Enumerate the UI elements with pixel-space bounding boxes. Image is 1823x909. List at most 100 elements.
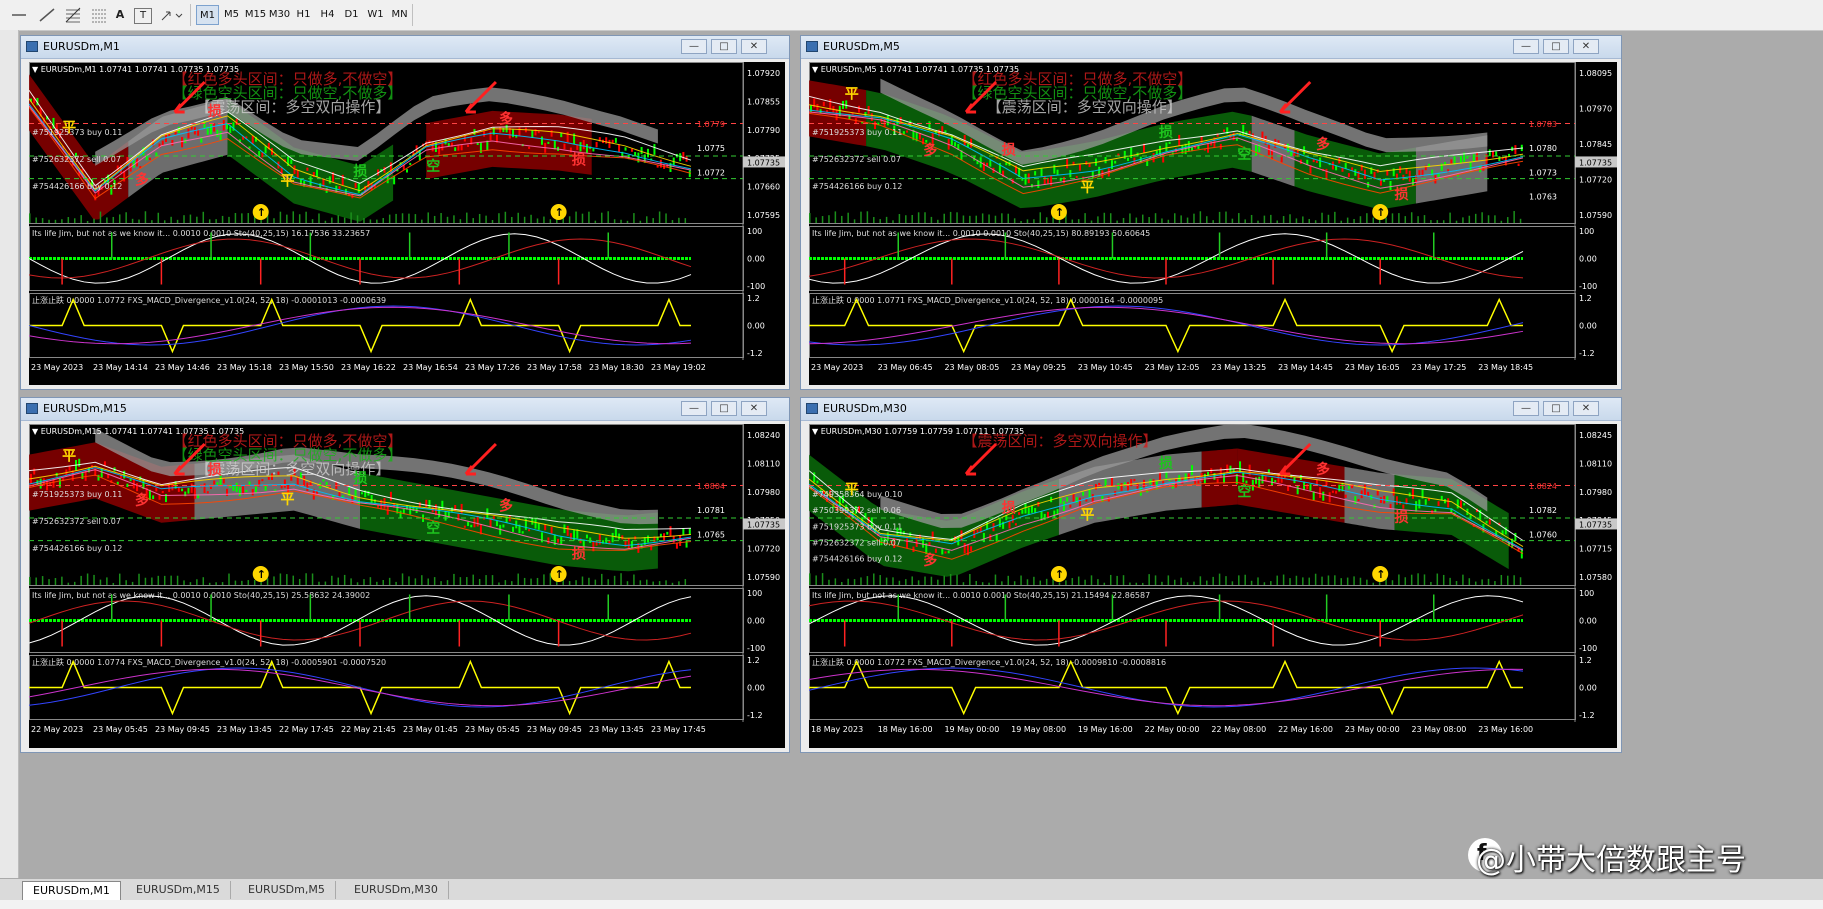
candle: [1110, 160, 1113, 169]
volume-bar: [54, 219, 57, 223]
volume-bar: [1135, 582, 1138, 585]
candle: [1165, 471, 1168, 479]
candle: [925, 139, 928, 143]
minimize-button[interactable]: —: [1513, 401, 1539, 416]
grid-icon[interactable]: [88, 5, 110, 25]
maximize-button[interactable]: □: [1543, 401, 1569, 416]
chart-window-titlebar[interactable]: EURUSDm,M15 — □ ✕: [21, 398, 789, 421]
candle: [688, 528, 691, 535]
timeframe-h1[interactable]: H1: [292, 5, 315, 25]
minimize-button[interactable]: —: [681, 401, 707, 416]
candle: [537, 130, 540, 134]
volume-bar: [898, 580, 901, 585]
volume-bar: [937, 579, 939, 585]
volume-bar: [183, 580, 185, 585]
volume-bar: [969, 574, 971, 585]
candle: [1437, 501, 1440, 507]
maximize-button[interactable]: □: [711, 39, 737, 54]
volume-bar: [1250, 580, 1253, 585]
trend-zone: [1201, 448, 1238, 508]
volume-bar: [1007, 213, 1010, 223]
close-button[interactable]: ✕: [741, 401, 767, 416]
tab-eurusdm-m15[interactable]: EURUSDm,M15: [126, 881, 231, 899]
tab-eurusdm-m1[interactable]: EURUSDm,M1: [22, 881, 121, 900]
timeframe-mn[interactable]: MN: [388, 5, 411, 25]
candle: [306, 167, 309, 171]
time-axis-label: 23 May 13:25: [1211, 363, 1266, 372]
volume-bar: [1033, 219, 1035, 223]
chart-window[interactable]: EURUSDm,M30 — □ ✕ ▼ EURUSDm,M30 1.07759 1.07…: [800, 397, 1622, 753]
volume-bar: [1013, 581, 1016, 585]
close-button[interactable]: ✕: [741, 39, 767, 54]
volume-bar: [427, 578, 429, 585]
volume-bar: [73, 581, 76, 585]
price-chart[interactable]: ▼ EURUSDm,M15 1.07741 1.07741 1.07735 1.…: [29, 424, 785, 748]
volume-bar: [286, 574, 288, 585]
volume-bar: [459, 577, 462, 585]
candle: [158, 494, 161, 500]
tab-eurusdm-m5[interactable]: EURUSDm,M5: [238, 881, 336, 899]
price-chart[interactable]: ▼ EURUSDm,M5 1.07741 1.07741 1.07735 1.0…: [809, 62, 1617, 385]
chart-canvas[interactable]: ▼ EURUSDm,M15 1.07741 1.07741 1.07735 1.…: [29, 424, 785, 748]
volume-bar: [588, 577, 590, 585]
price-chart[interactable]: ▼ EURUSDm,M30 1.07759 1.07759 1.07711 1.…: [809, 424, 1617, 748]
arrow-icon[interactable]: [158, 5, 184, 25]
volume-bar: [118, 214, 121, 223]
chart-window[interactable]: EURUSDm,M15 — □ ✕ ▼ EURUSDm,M15 1.07741 1.07…: [20, 397, 790, 753]
fibo-icon[interactable]: [62, 5, 84, 25]
volume-bar: [1257, 577, 1259, 585]
candle: [547, 537, 550, 544]
chart-window-titlebar[interactable]: EURUSDm,M30 — □ ✕: [801, 398, 1621, 421]
volume-bar: [873, 217, 875, 223]
close-button[interactable]: ✕: [1573, 39, 1599, 54]
timeframe-w1[interactable]: W1: [364, 5, 387, 25]
chart-canvas[interactable]: ▼ EURUSDm,M30 1.07759 1.07759 1.07711 1.…: [809, 424, 1617, 748]
label-tool[interactable]: T: [134, 8, 152, 24]
timeframe-m15[interactable]: M15: [244, 5, 267, 25]
volume-bar: [1410, 212, 1413, 223]
timeframe-d1[interactable]: D1: [340, 5, 363, 25]
candle: [209, 486, 212, 490]
candle: [1248, 130, 1251, 135]
volume-bar: [543, 574, 545, 585]
line-icon[interactable]: [36, 5, 58, 25]
volume-bar: [491, 575, 494, 585]
candle: [457, 513, 460, 521]
candle: [1021, 509, 1024, 514]
timeframe-m30[interactable]: M30: [268, 5, 291, 25]
chart-canvas[interactable]: ▼ EURUSDm,M1 1.07741 1.07741 1.07735 1.0…: [29, 62, 785, 385]
minimize-button[interactable]: —: [1513, 39, 1539, 54]
volume-bar: [93, 218, 95, 223]
volume-bar: [511, 216, 513, 223]
cursor-icon[interactable]: [8, 5, 30, 25]
candle: [1363, 484, 1366, 496]
candle: [399, 510, 402, 519]
maximize-button[interactable]: □: [1543, 39, 1569, 54]
candle: [1014, 523, 1017, 526]
volume-bar: [879, 219, 881, 223]
chart-canvas[interactable]: ▼ EURUSDm,M5 1.07741 1.07741 1.07735 1.0…: [809, 62, 1617, 385]
volume-bar: [273, 218, 275, 223]
volume-bar: [809, 573, 811, 585]
timeframe-m1[interactable]: M1: [196, 5, 219, 25]
candle: [467, 144, 470, 147]
candle: [1223, 129, 1226, 132]
candle: [1495, 151, 1498, 156]
chart-window[interactable]: EURUSDm,M5 — □ ✕ ▼ EURUSDm,M5 1.07741 1.0774…: [800, 35, 1622, 390]
timeframe-m5[interactable]: M5: [220, 5, 243, 25]
text-tool[interactable]: A: [112, 5, 128, 25]
maximize-button[interactable]: □: [711, 401, 737, 416]
chart-window[interactable]: EURUSDm,M1 — □ ✕ ▼ EURUSDm,M1 1.07741 1.0774…: [20, 35, 790, 390]
candle: [1331, 490, 1334, 493]
tab-eurusdm-m30[interactable]: EURUSDm,M30: [344, 881, 449, 899]
timeframe-h4[interactable]: H4: [316, 5, 339, 25]
volume-bar: [1295, 575, 1298, 585]
time-axis-label: 23 May 14:45: [1278, 363, 1333, 372]
price-chart[interactable]: ▼ EURUSDm,M1 1.07741 1.07741 1.07735 1.0…: [29, 62, 785, 385]
candle: [1344, 494, 1347, 498]
minimize-button[interactable]: —: [681, 39, 707, 54]
candle: [816, 480, 819, 484]
chart-window-titlebar[interactable]: EURUSDm,M1 — □ ✕: [21, 36, 789, 59]
chart-window-titlebar[interactable]: EURUSDm,M5 — □ ✕: [801, 36, 1621, 59]
close-button[interactable]: ✕: [1573, 401, 1599, 416]
